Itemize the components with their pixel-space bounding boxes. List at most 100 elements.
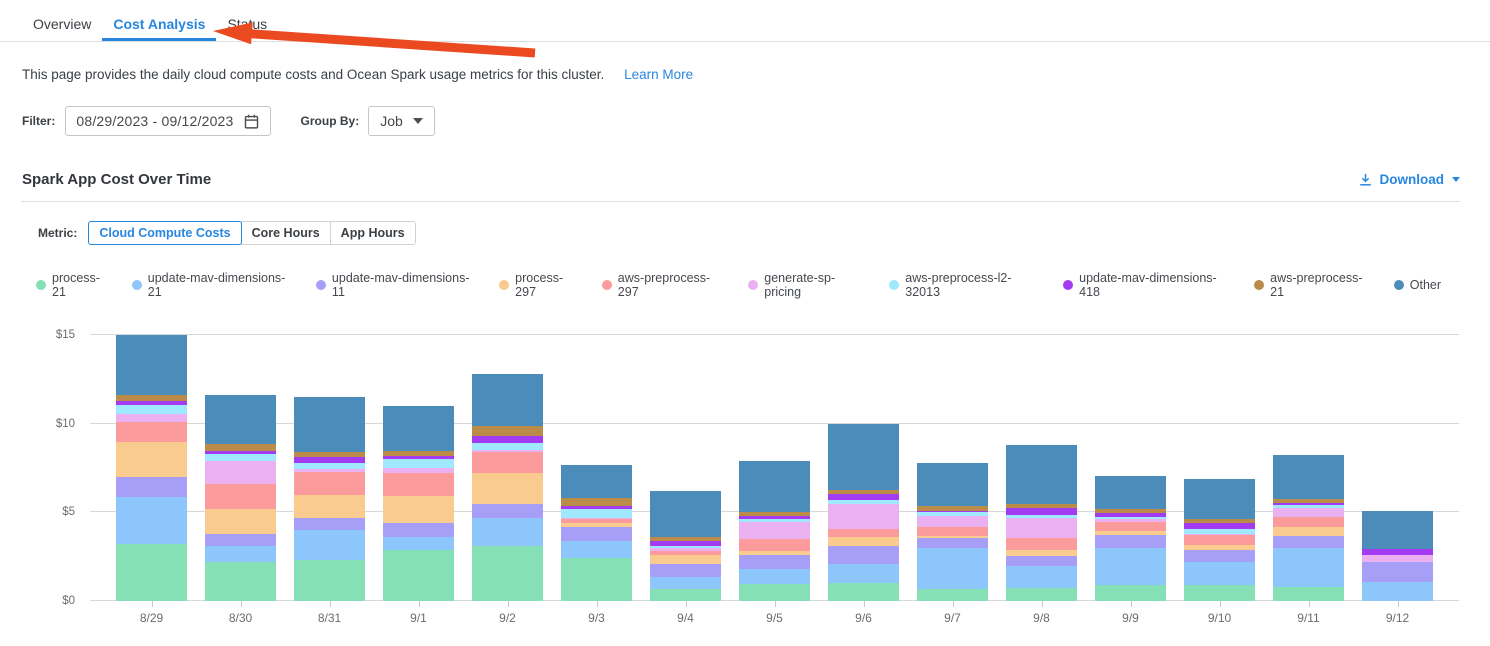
bar-segment-generate-sp-pricing[interactable] — [739, 522, 810, 539]
bar-segment-update-mav-dimensions-11[interactable] — [650, 564, 721, 577]
bar-segment-process-297[interactable] — [294, 495, 365, 518]
bar-segment-process-297[interactable] — [383, 496, 454, 523]
bar-segment-Other[interactable] — [1006, 445, 1077, 504]
bar-segment-generate-sp-pricing[interactable] — [1362, 555, 1433, 562]
bar-segment-process-297[interactable] — [828, 537, 899, 546]
bar-segment-aws-preprocess-l2-32013[interactable] — [472, 443, 543, 450]
bar-segment-update-mav-dimensions-11[interactable] — [1184, 550, 1255, 562]
bar-segment-process-21[interactable] — [116, 544, 187, 601]
bar-segment-process-21[interactable] — [828, 583, 899, 601]
metric-option-app-hours[interactable]: App Hours — [330, 221, 416, 245]
bar-segment-update-mav-dimensions-21[interactable] — [472, 518, 543, 546]
bar-segment-process-297[interactable] — [116, 442, 187, 477]
bar-segment-process-21[interactable] — [294, 560, 365, 601]
bar-segment-aws-preprocess-297[interactable] — [828, 529, 899, 537]
bar-segment-process-21[interactable] — [472, 546, 543, 601]
bar-9/11[interactable] — [1273, 335, 1344, 601]
bar-segment-aws-preprocess-297[interactable] — [1006, 538, 1077, 550]
bar-segment-update-mav-dimensions-21[interactable] — [561, 541, 632, 559]
bar-segment-update-mav-dimensions-11[interactable] — [1006, 556, 1077, 566]
bar-segment-update-mav-dimensions-21[interactable] — [1184, 562, 1255, 585]
bar-segment-process-297[interactable] — [650, 555, 721, 564]
bar-segment-process-21[interactable] — [917, 589, 988, 601]
legend-item-aws-preprocess-297[interactable]: aws-preprocess-297 — [602, 271, 729, 299]
bar-segment-generate-sp-pricing[interactable] — [917, 516, 988, 528]
bar-segment-update-mav-dimensions-11[interactable] — [116, 477, 187, 496]
bar-segment-update-mav-dimensions-21[interactable] — [1362, 582, 1433, 602]
bar-segment-update-mav-dimensions-11[interactable] — [383, 523, 454, 537]
bar-segment-update-mav-dimensions-11[interactable] — [294, 518, 365, 530]
bar-segment-aws-preprocess-297[interactable] — [205, 484, 276, 509]
bar-segment-aws-preprocess-l2-32013[interactable] — [383, 459, 454, 468]
bar-segment-Other[interactable] — [650, 491, 721, 537]
bar-segment-Other[interactable] — [383, 406, 454, 451]
bar-segment-aws-preprocess-297[interactable] — [472, 452, 543, 473]
legend-item-aws-preprocess-l2-32013[interactable]: aws-preprocess-l2-32013 — [889, 271, 1044, 299]
bar-segment-aws-preprocess-297[interactable] — [1095, 522, 1166, 531]
bar-segment-process-21[interactable] — [1184, 585, 1255, 601]
bar-segment-update-mav-dimensions-11[interactable] — [561, 527, 632, 540]
bar-segment-update-mav-dimensions-11[interactable] — [1273, 536, 1344, 548]
bar-segment-update-mav-dimensions-11[interactable] — [1362, 562, 1433, 582]
group-by-select[interactable]: Job — [368, 106, 435, 136]
bar-segment-Other[interactable] — [205, 395, 276, 444]
legend-item-aws-preprocess-21[interactable]: aws-preprocess-21 — [1254, 271, 1375, 299]
bar-segment-process-297[interactable] — [205, 509, 276, 534]
bar-segment-aws-preprocess-297[interactable] — [294, 472, 365, 495]
bar-segment-Other[interactable] — [1362, 511, 1433, 549]
learn-more-link[interactable]: Learn More — [624, 67, 693, 82]
date-range-picker[interactable]: 08/29/2023 - 09/12/2023 — [65, 106, 270, 136]
bar-9/10[interactable] — [1184, 335, 1255, 601]
metric-option-core-hours[interactable]: Core Hours — [241, 221, 331, 245]
bar-segment-aws-preprocess-297[interactable] — [1273, 517, 1344, 528]
bar-segment-update-mav-dimensions-418[interactable] — [1006, 508, 1077, 515]
bar-9/5[interactable] — [739, 335, 810, 601]
bar-segment-process-21[interactable] — [1273, 587, 1344, 601]
bar-segment-generate-sp-pricing[interactable] — [828, 504, 899, 530]
bar-segment-update-mav-dimensions-21[interactable] — [917, 548, 988, 589]
bar-segment-update-mav-dimensions-21[interactable] — [116, 497, 187, 545]
bar-segment-update-mav-dimensions-418[interactable] — [472, 436, 543, 443]
bar-segment-update-mav-dimensions-21[interactable] — [205, 546, 276, 562]
legend-item-process-297[interactable]: process-297 — [499, 271, 583, 299]
bar-segment-aws-preprocess-297[interactable] — [739, 539, 810, 551]
bar-9/4[interactable] — [650, 335, 721, 601]
download-button[interactable]: Download — [1358, 172, 1461, 187]
legend-item-update-mav-dimensions-21[interactable]: update-mav-dimensions-21 — [132, 271, 297, 299]
bar-9/3[interactable] — [561, 335, 632, 601]
bar-segment-update-mav-dimensions-21[interactable] — [650, 577, 721, 589]
tab-overview[interactable]: Overview — [22, 12, 102, 41]
bar-segment-aws-preprocess-l2-32013[interactable] — [561, 509, 632, 518]
bar-8/30[interactable] — [205, 335, 276, 601]
bar-segment-aws-preprocess-21[interactable] — [205, 444, 276, 451]
bar-segment-process-21[interactable] — [561, 558, 632, 601]
bar-segment-update-mav-dimensions-11[interactable] — [828, 546, 899, 564]
bar-segment-generate-sp-pricing[interactable] — [116, 414, 187, 423]
legend-item-update-mav-dimensions-11[interactable]: update-mav-dimensions-11 — [316, 271, 480, 299]
bar-segment-aws-preprocess-297[interactable] — [116, 422, 187, 441]
bar-segment-aws-preprocess-297[interactable] — [383, 473, 454, 496]
bar-segment-update-mav-dimensions-11[interactable] — [472, 504, 543, 518]
bar-segment-process-21[interactable] — [650, 589, 721, 601]
metric-option-cloud-compute-costs[interactable]: Cloud Compute Costs — [88, 221, 241, 245]
bar-segment-process-21[interactable] — [383, 550, 454, 601]
legend-item-process-21[interactable]: process-21 — [36, 271, 113, 299]
bar-segment-Other[interactable] — [917, 463, 988, 506]
bar-segment-aws-preprocess-21[interactable] — [561, 498, 632, 506]
bar-segment-process-21[interactable] — [1006, 588, 1077, 601]
bar-segment-aws-preprocess-l2-32013[interactable] — [116, 405, 187, 414]
bar-9/7[interactable] — [917, 335, 988, 601]
bar-segment-update-mav-dimensions-21[interactable] — [1006, 566, 1077, 588]
bar-segment-generate-sp-pricing[interactable] — [1273, 508, 1344, 517]
bar-segment-generate-sp-pricing[interactable] — [1006, 518, 1077, 538]
bar-segment-aws-preprocess-297[interactable] — [1184, 535, 1255, 546]
bar-9/8[interactable] — [1006, 335, 1077, 601]
bar-segment-update-mav-dimensions-21[interactable] — [1273, 548, 1344, 587]
bar-segment-process-21[interactable] — [739, 584, 810, 601]
bar-segment-update-mav-dimensions-11[interactable] — [205, 534, 276, 546]
bar-9/12[interactable] — [1362, 335, 1433, 601]
bar-segment-update-mav-dimensions-21[interactable] — [383, 537, 454, 549]
bar-segment-Other[interactable] — [561, 465, 632, 499]
bar-segment-update-mav-dimensions-21[interactable] — [1095, 548, 1166, 585]
bar-segment-update-mav-dimensions-11[interactable] — [1095, 535, 1166, 548]
